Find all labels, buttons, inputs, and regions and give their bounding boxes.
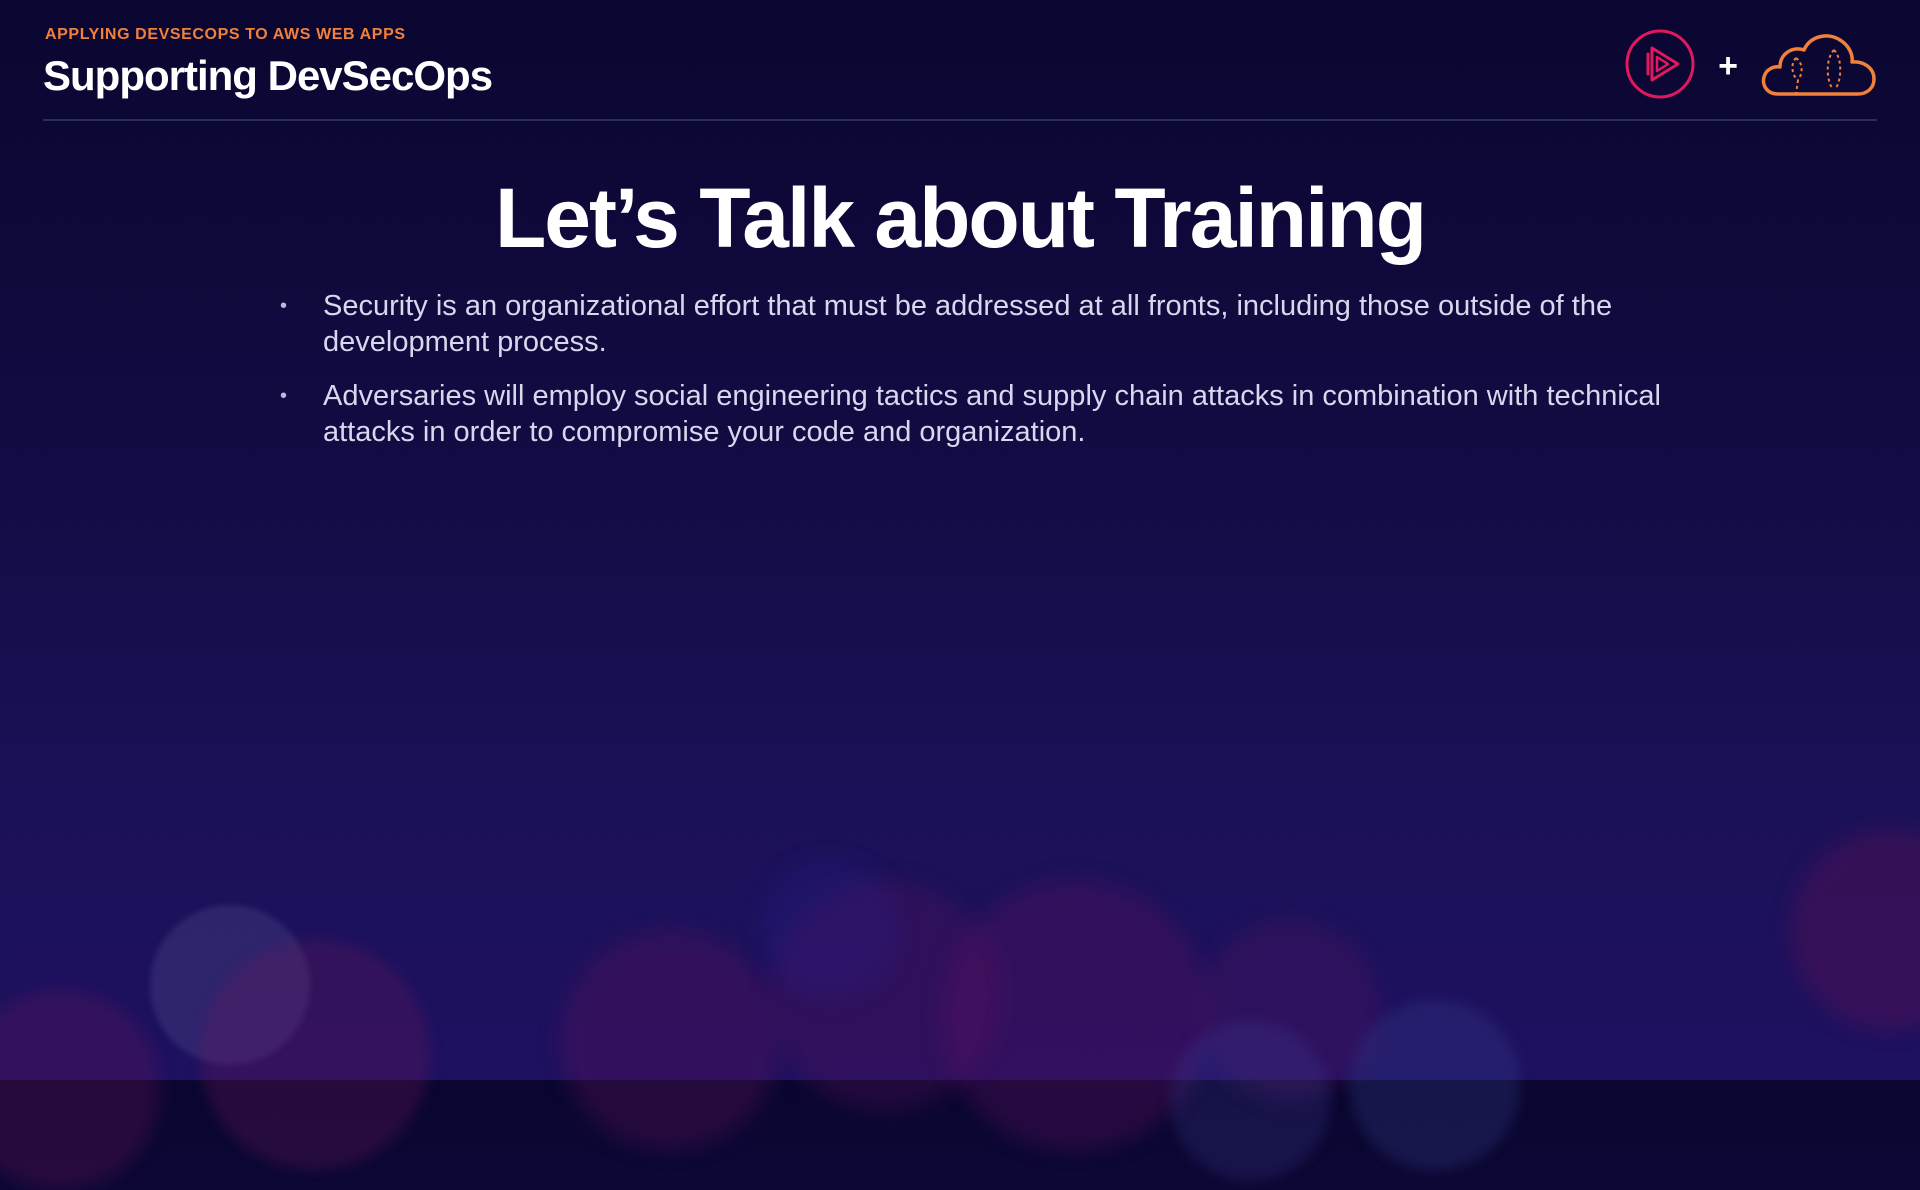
aws-cloud-icon xyxy=(1760,28,1878,105)
background-bokeh xyxy=(940,880,1210,1150)
bullet-list: • Security is an organizational effort t… xyxy=(273,288,1673,468)
background-bokeh xyxy=(200,940,430,1170)
background-bokeh xyxy=(1200,920,1380,1100)
list-item: • Adversaries will employ social enginee… xyxy=(273,378,1673,450)
module-header: APPLYING DEVSECOPS TO AWS WEB APPS Suppo… xyxy=(43,26,493,100)
bullet-text: Adversaries will employ social engineeri… xyxy=(323,380,1661,448)
background-bokeh xyxy=(1790,830,1920,1030)
list-item: • Security is an organizational effort t… xyxy=(273,288,1673,360)
pluralsight-play-icon xyxy=(1624,28,1696,105)
course-kicker: APPLYING DEVSECOPS TO AWS WEB APPS xyxy=(45,26,406,43)
background-bokeh xyxy=(760,860,900,1000)
background-bokeh xyxy=(0,990,160,1190)
background-bokeh xyxy=(150,905,310,1065)
background-bokeh xyxy=(770,880,1000,1110)
plus-sign: + xyxy=(1718,47,1738,85)
slide-title: Let’s Talk about Training xyxy=(494,171,1427,265)
module-title: Supporting DevSecOps xyxy=(43,52,493,99)
background-bokeh xyxy=(1350,1000,1520,1170)
bullet-icon: • xyxy=(280,295,288,317)
bullet-text: Security is an organizational effort tha… xyxy=(323,290,1613,358)
background-bokeh xyxy=(560,930,780,1150)
logo-group: + xyxy=(1624,26,1878,106)
header-divider xyxy=(43,119,1877,121)
background-bokeh xyxy=(1170,1020,1330,1180)
bullet-icon: • xyxy=(280,385,288,407)
